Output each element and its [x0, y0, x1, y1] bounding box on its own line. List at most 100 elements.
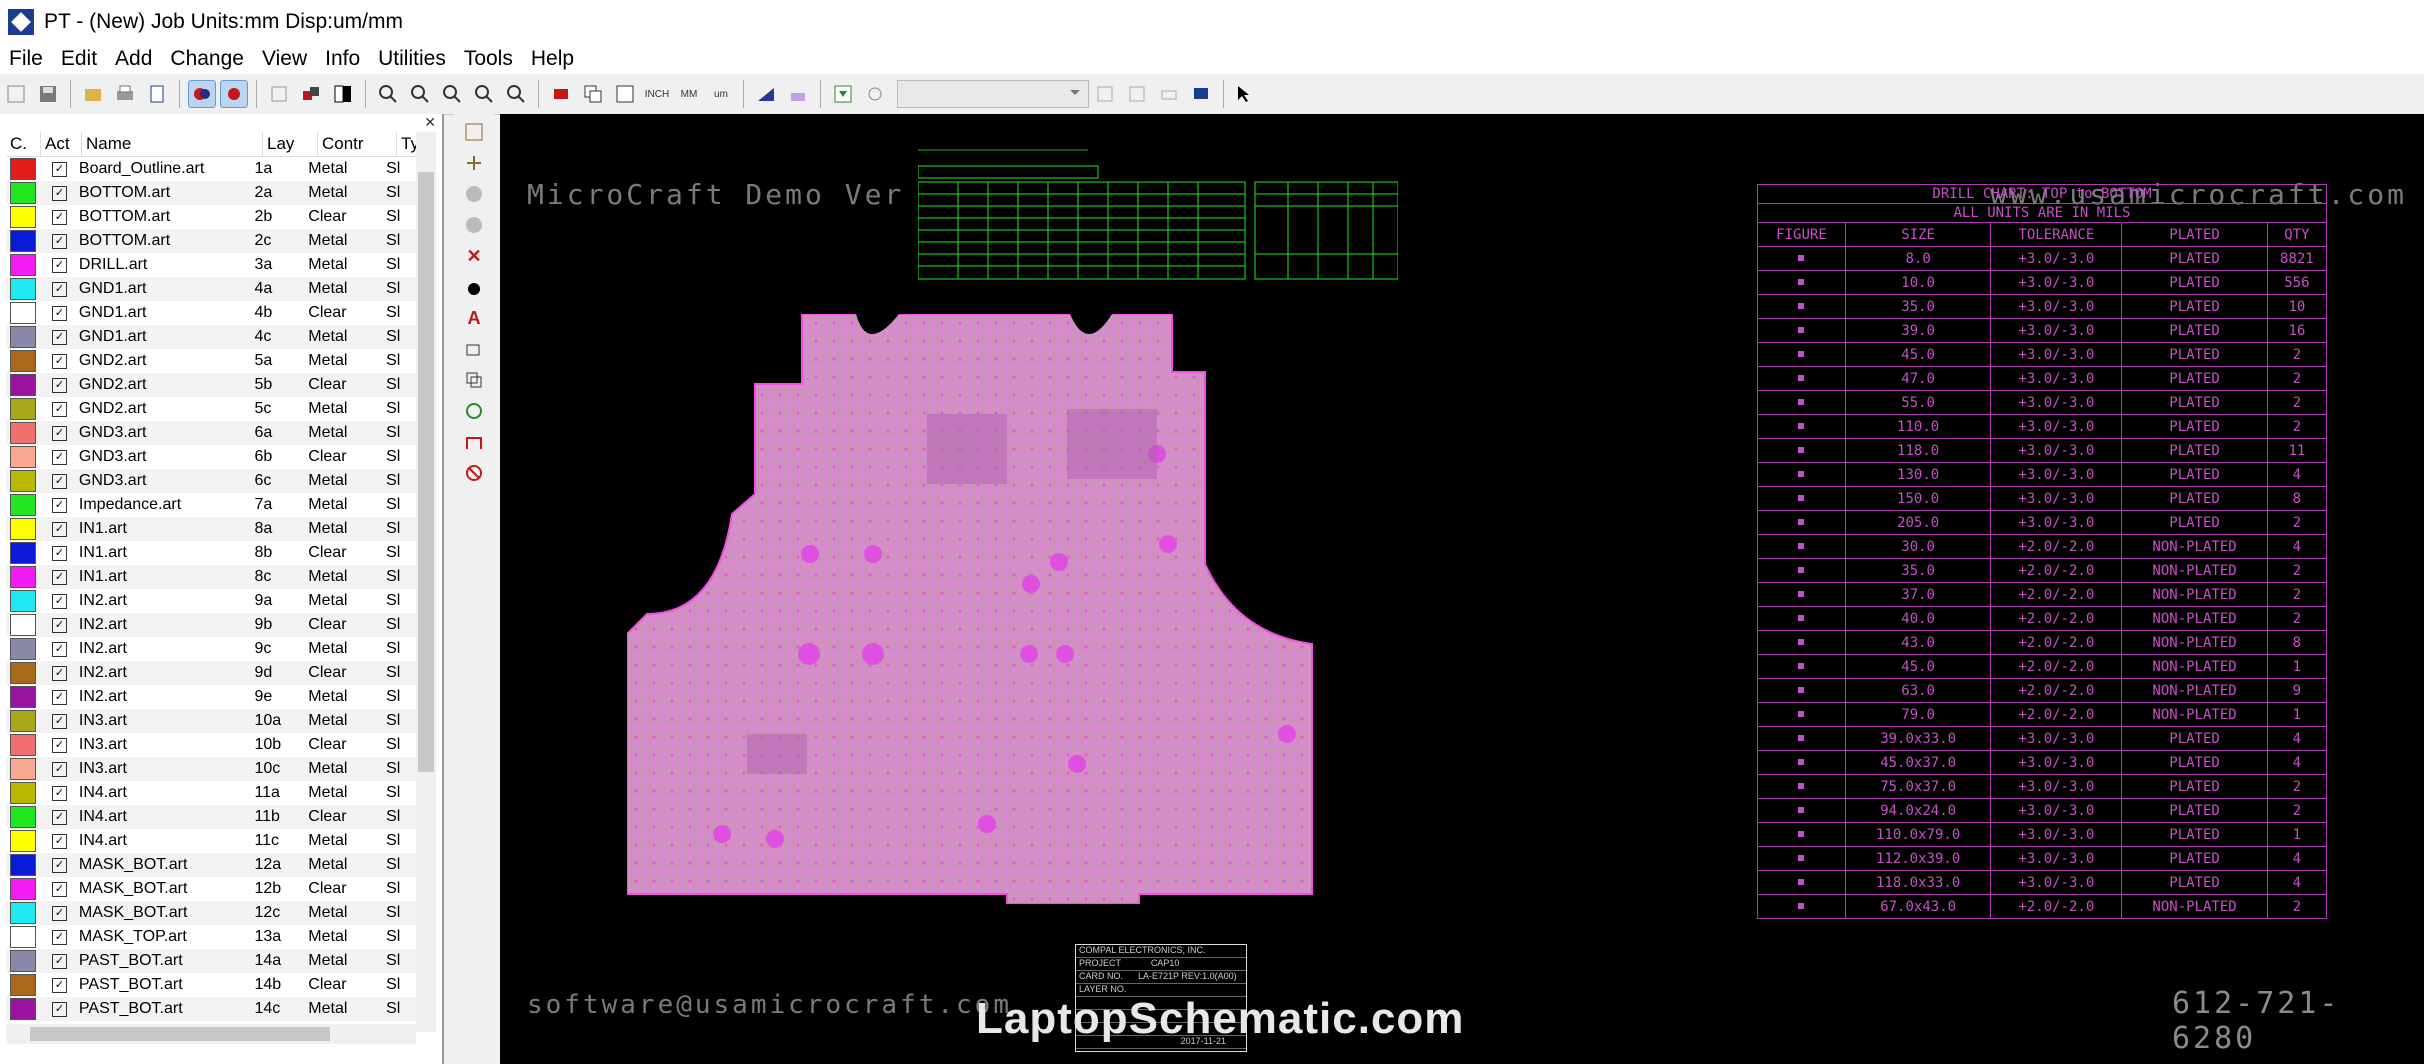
- layer-color-swatch[interactable]: [10, 254, 36, 276]
- layer-color-swatch[interactable]: [10, 590, 36, 612]
- download-icon[interactable]: [830, 81, 856, 107]
- text-icon[interactable]: A: [461, 305, 487, 331]
- open-file-icon[interactable]: [80, 81, 106, 107]
- layer-active-checkbox[interactable]: ✓: [51, 1001, 67, 1017]
- layer-row[interactable]: ✓ IN2.art 9d Clear Sl: [6, 661, 416, 685]
- inch-icon[interactable]: INCH: [644, 81, 670, 107]
- menu-info[interactable]: Info: [316, 47, 369, 71]
- column-header-layer[interactable]: Lay: [263, 132, 318, 156]
- layer-active-checkbox[interactable]: ✓: [51, 833, 67, 849]
- layer-color-swatch[interactable]: [10, 518, 36, 540]
- layer-color-swatch[interactable]: [10, 878, 36, 900]
- layer-active-checkbox[interactable]: ✓: [51, 809, 67, 825]
- menu-view[interactable]: View: [253, 47, 316, 71]
- layer-active-checkbox[interactable]: ✓: [51, 473, 67, 489]
- layer-color-swatch[interactable]: [10, 950, 36, 972]
- layer-active-checkbox[interactable]: ✓: [51, 545, 67, 561]
- layer-color-swatch[interactable]: [10, 710, 36, 732]
- layer-active-checkbox[interactable]: ✓: [51, 401, 67, 417]
- layer-row[interactable]: ✓ GND1.art 4a Metal Sl: [6, 277, 416, 301]
- layer-active-checkbox[interactable]: ✓: [51, 977, 67, 993]
- layer-row[interactable]: ✓ IN2.art 9b Clear Sl: [6, 613, 416, 637]
- column-header-name[interactable]: Name: [82, 132, 263, 156]
- scrollbar-thumb[interactable]: [30, 1027, 330, 1041]
- cart-icon[interactable]: [1156, 81, 1182, 107]
- layer-active-checkbox[interactable]: ✓: [51, 233, 67, 249]
- layer-color-swatch[interactable]: [10, 614, 36, 636]
- zoom-window-icon[interactable]: [471, 81, 497, 107]
- shapes-icon[interactable]: [298, 81, 324, 107]
- layer-active-checkbox[interactable]: ✓: [51, 377, 67, 393]
- layer-row[interactable]: ✓ GND1.art 4c Metal Sl: [6, 325, 416, 349]
- layer-row[interactable]: ✓ GND2.art 5c Metal Sl: [6, 397, 416, 421]
- list-detail-icon[interactable]: [1124, 81, 1150, 107]
- delete-icon[interactable]: ✕: [461, 243, 487, 269]
- layer-row[interactable]: ✓ IN1.art 8c Metal Sl: [6, 565, 416, 589]
- layer-row[interactable]: ✓ GND2.art 5b Clear Sl: [6, 373, 416, 397]
- layer-row[interactable]: ✓ PAST_BOT.art 14c Metal Sl: [6, 997, 416, 1021]
- zoom-page-icon[interactable]: [375, 81, 401, 107]
- layer-active-checkbox[interactable]: ✓: [51, 905, 67, 921]
- layer-row[interactable]: ✓ IN3.art 10b Clear Sl: [6, 733, 416, 757]
- copy-icon[interactable]: [580, 81, 606, 107]
- layer-color-swatch[interactable]: [10, 662, 36, 684]
- layer-active-checkbox[interactable]: ✓: [51, 305, 67, 321]
- select-icon[interactable]: [461, 119, 487, 145]
- layer-toggle-icon[interactable]: [220, 80, 248, 108]
- layer-row[interactable]: ✓ MASK_TOP.art 13a Metal Sl: [6, 925, 416, 949]
- layer-color-swatch[interactable]: [10, 758, 36, 780]
- layer-row[interactable]: ✓ IN1.art 8a Metal Sl: [6, 517, 416, 541]
- layer-row[interactable]: ✓ IN2.art 9c Metal Sl: [6, 637, 416, 661]
- layer-active-checkbox[interactable]: ✓: [51, 257, 67, 273]
- layer-color-swatch[interactable]: [10, 182, 36, 204]
- save-icon[interactable]: [35, 81, 61, 107]
- menu-tools[interactable]: Tools: [455, 47, 522, 71]
- layer-color-swatch[interactable]: [10, 230, 36, 252]
- layer-row[interactable]: ✓ IN2.art 9e Metal Sl: [6, 685, 416, 709]
- layer-active-checkbox[interactable]: ✓: [51, 953, 67, 969]
- layer-color-swatch[interactable]: [10, 542, 36, 564]
- layer-row[interactable]: ✓ MASK_BOT.art 12a Metal Sl: [6, 853, 416, 877]
- layers-color-icon[interactable]: [188, 80, 216, 108]
- layer-row[interactable]: ✓ GND3.art 6b Clear Sl: [6, 445, 416, 469]
- help-pointer-icon[interactable]: [1233, 81, 1259, 107]
- globe-icon[interactable]: [461, 398, 487, 424]
- layer-active-checkbox[interactable]: ✓: [51, 617, 67, 633]
- layer-row[interactable]: ✓ GND1.art 4b Clear Sl: [6, 301, 416, 325]
- rotate-icon[interactable]: [461, 336, 487, 362]
- layer-row[interactable]: ✓ IN4.art 11b Clear Sl: [6, 805, 416, 829]
- vertical-scrollbar[interactable]: [416, 132, 436, 1032]
- layer-color-swatch[interactable]: [10, 902, 36, 924]
- bomb-icon[interactable]: [461, 274, 487, 300]
- zoom-out-icon[interactable]: [439, 81, 465, 107]
- document-icon[interactable]: [144, 81, 170, 107]
- layer-color-swatch[interactable]: [10, 422, 36, 444]
- layer-color-swatch[interactable]: [10, 806, 36, 828]
- layer-color-swatch[interactable]: [10, 734, 36, 756]
- menu-file[interactable]: File: [0, 47, 52, 71]
- layer-row[interactable]: ✓ PAST_BOT.art 14a Metal Sl: [6, 949, 416, 973]
- layer-active-checkbox[interactable]: ✓: [51, 281, 67, 297]
- layer-row[interactable]: ✓ IN3.art 10c Metal Sl: [6, 757, 416, 781]
- layer-row[interactable]: ✓ BOTTOM.art 2b Clear Sl: [6, 205, 416, 229]
- layer-active-checkbox[interactable]: ✓: [51, 569, 67, 585]
- measure-distance-icon[interactable]: [461, 429, 487, 455]
- column-header-color[interactable]: C.: [6, 132, 41, 156]
- layer-color-swatch[interactable]: [10, 638, 36, 660]
- zoom-all-icon[interactable]: [503, 81, 529, 107]
- layer-row[interactable]: ✓ Board_Outline.art 1a Metal Sl: [6, 157, 416, 181]
- layer-active-checkbox[interactable]: ✓: [51, 857, 67, 873]
- layer-color-swatch[interactable]: [10, 158, 36, 180]
- layer-row[interactable]: ✓ GND3.art 6a Metal Sl: [6, 421, 416, 445]
- layer-color-swatch[interactable]: [10, 302, 36, 324]
- layer-active-checkbox[interactable]: ✓: [51, 209, 67, 225]
- layer-active-checkbox[interactable]: ✓: [51, 497, 67, 513]
- layer-active-checkbox[interactable]: ✓: [51, 521, 67, 537]
- layer-active-checkbox[interactable]: ✓: [51, 425, 67, 441]
- layer-color-swatch[interactable]: [10, 350, 36, 372]
- dxf-icon[interactable]: [3, 81, 29, 107]
- print-icon[interactable]: [112, 81, 138, 107]
- bus-icon[interactable]: [1188, 81, 1214, 107]
- um-icon[interactable]: um: [708, 81, 734, 107]
- layer-row[interactable]: ✓ BOTTOM.art 2a Metal Sl: [6, 181, 416, 205]
